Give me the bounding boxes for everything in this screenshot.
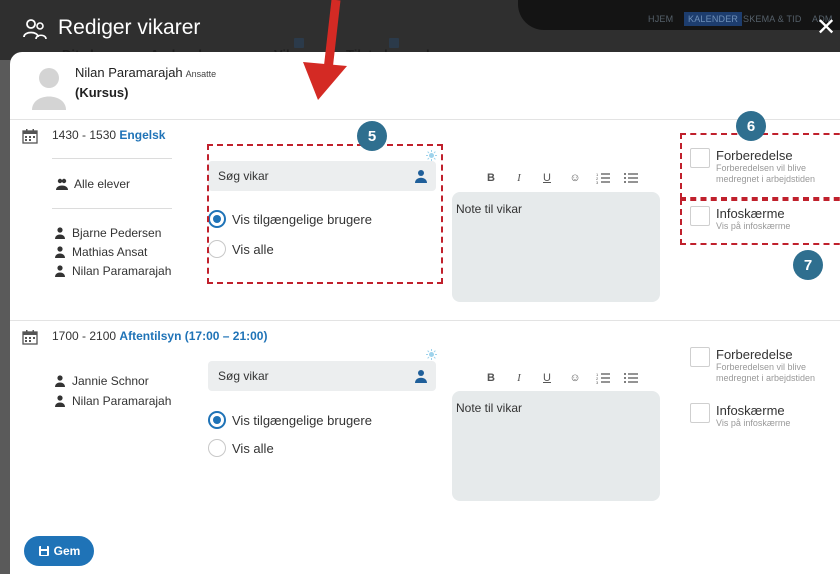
annotation-arrow (303, 0, 347, 100)
callout-box-7 (680, 199, 840, 245)
callout-box-6 (680, 133, 840, 199)
callout-badge-6: 6 (736, 111, 766, 141)
callout-box-5 (207, 144, 443, 284)
callout-badge-7: 7 (793, 250, 823, 280)
callout-badge-5: 5 (357, 121, 387, 151)
